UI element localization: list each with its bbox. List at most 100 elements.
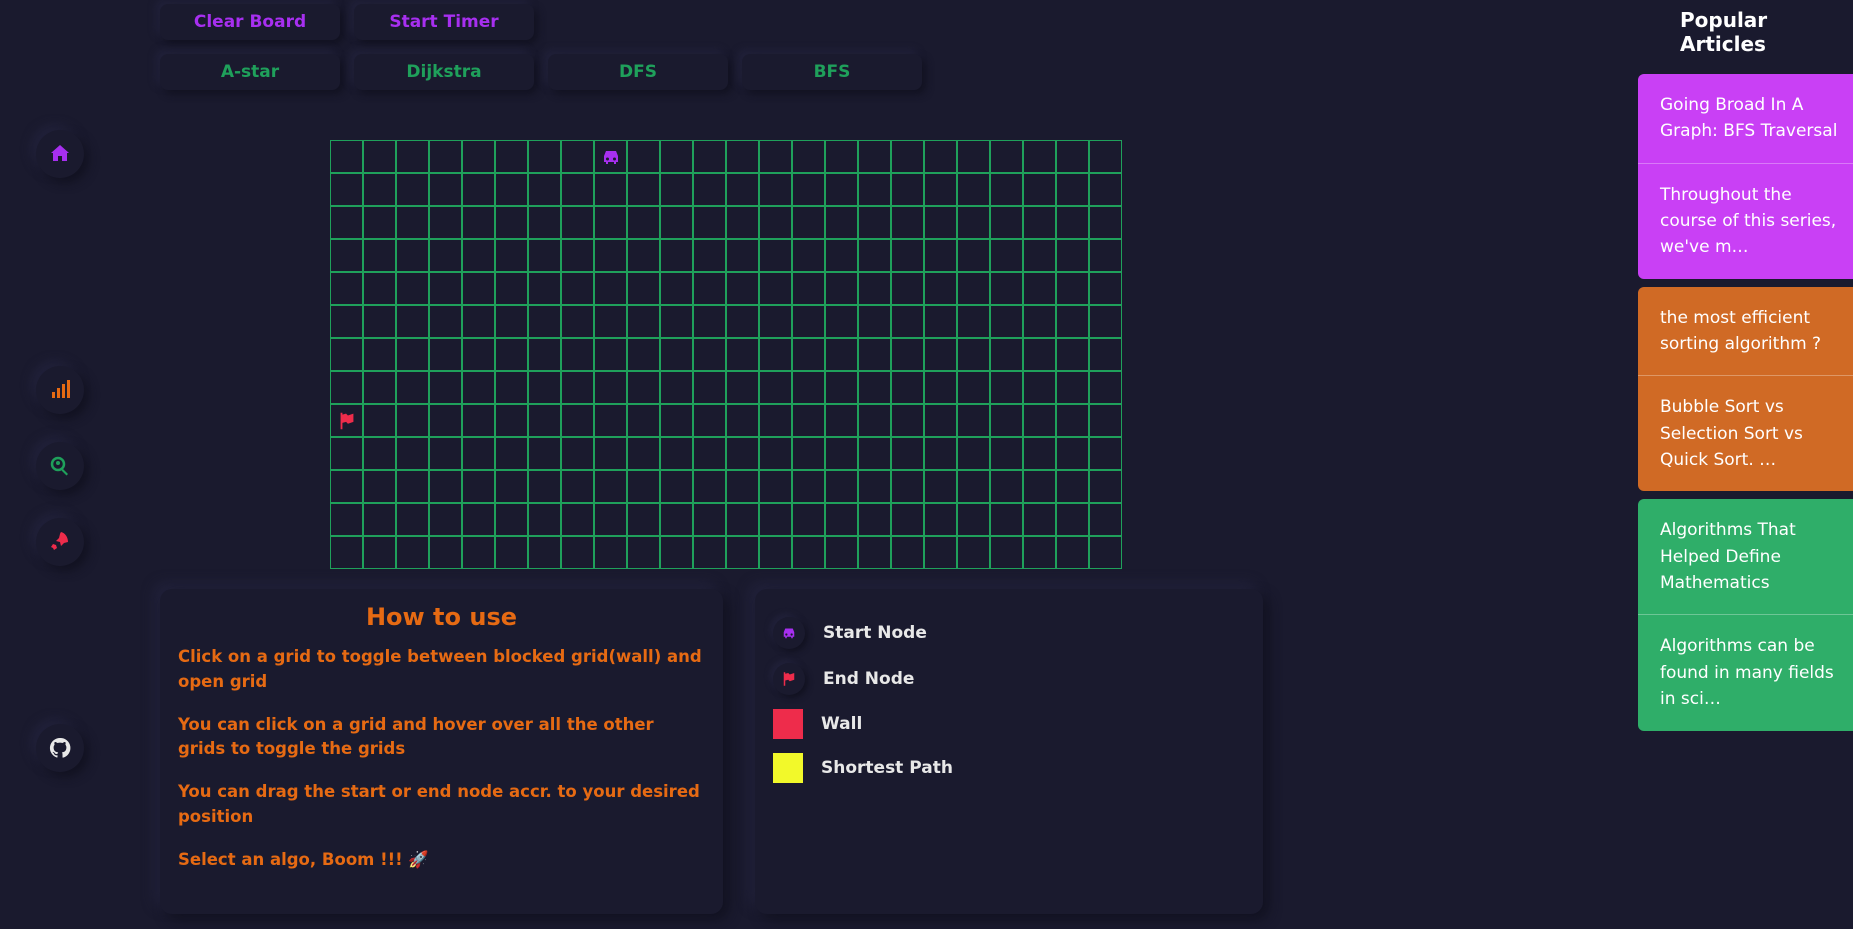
grid-cell[interactable] bbox=[858, 503, 891, 536]
grid-cell[interactable] bbox=[627, 371, 660, 404]
grid-cell[interactable] bbox=[1089, 239, 1122, 272]
grid-cell[interactable] bbox=[792, 239, 825, 272]
grid-cell[interactable] bbox=[990, 536, 1023, 569]
grid-cell[interactable] bbox=[1023, 206, 1056, 239]
grid-cell[interactable] bbox=[396, 503, 429, 536]
grid-cell[interactable] bbox=[528, 338, 561, 371]
grid-cell[interactable] bbox=[429, 239, 462, 272]
grid-cell[interactable] bbox=[825, 470, 858, 503]
grid-cell[interactable] bbox=[495, 272, 528, 305]
grid-cell[interactable] bbox=[726, 536, 759, 569]
grid-cell[interactable] bbox=[495, 305, 528, 338]
grid-cell[interactable] bbox=[363, 437, 396, 470]
grid-cell[interactable] bbox=[495, 437, 528, 470]
grid-cell[interactable] bbox=[396, 239, 429, 272]
grid-cell[interactable] bbox=[693, 470, 726, 503]
grid-cell[interactable] bbox=[1056, 470, 1089, 503]
grid-cell[interactable] bbox=[363, 173, 396, 206]
grid-cell[interactable] bbox=[858, 371, 891, 404]
grid-cell[interactable] bbox=[693, 272, 726, 305]
grid-cell[interactable] bbox=[825, 437, 858, 470]
grid-cell[interactable] bbox=[726, 371, 759, 404]
grid-cell[interactable] bbox=[891, 338, 924, 371]
grid-cell[interactable] bbox=[561, 503, 594, 536]
grid-cell[interactable] bbox=[627, 503, 660, 536]
grid-cell[interactable] bbox=[1089, 305, 1122, 338]
grid-cell[interactable] bbox=[726, 404, 759, 437]
grid-cell[interactable] bbox=[462, 371, 495, 404]
grid-cell[interactable] bbox=[792, 536, 825, 569]
grid-cell[interactable] bbox=[1056, 503, 1089, 536]
grid-cell[interactable] bbox=[759, 437, 792, 470]
grid-cell[interactable] bbox=[594, 371, 627, 404]
grid-cell[interactable] bbox=[528, 173, 561, 206]
grid-cell[interactable] bbox=[495, 503, 528, 536]
grid-cell[interactable] bbox=[726, 437, 759, 470]
grid-cell[interactable] bbox=[825, 503, 858, 536]
grid-cell[interactable] bbox=[660, 536, 693, 569]
grid-cell[interactable] bbox=[429, 470, 462, 503]
grid-cell[interactable] bbox=[726, 239, 759, 272]
dfs-button[interactable]: DFS bbox=[548, 54, 728, 90]
grid-cell[interactable] bbox=[1023, 140, 1056, 173]
grid-cell[interactable] bbox=[627, 272, 660, 305]
grid-cell[interactable] bbox=[759, 305, 792, 338]
grid-cell[interactable] bbox=[858, 206, 891, 239]
grid-cell[interactable] bbox=[825, 305, 858, 338]
grid-cell[interactable] bbox=[396, 140, 429, 173]
grid-cell[interactable] bbox=[462, 272, 495, 305]
grid-cell[interactable] bbox=[1089, 503, 1122, 536]
rocket-button[interactable] bbox=[36, 518, 84, 566]
grid-cell[interactable] bbox=[990, 371, 1023, 404]
grid-cell[interactable] bbox=[858, 239, 891, 272]
grid-cell[interactable] bbox=[1023, 239, 1056, 272]
grid-cell[interactable] bbox=[891, 404, 924, 437]
grid-cell[interactable] bbox=[495, 371, 528, 404]
grid-cell[interactable] bbox=[627, 404, 660, 437]
grid-cell[interactable] bbox=[396, 371, 429, 404]
grid-cell[interactable] bbox=[363, 239, 396, 272]
grid-cell[interactable] bbox=[330, 206, 363, 239]
grid-cell[interactable] bbox=[594, 305, 627, 338]
grid-cell[interactable] bbox=[726, 470, 759, 503]
grid-cell[interactable] bbox=[957, 371, 990, 404]
grid-cell[interactable] bbox=[627, 305, 660, 338]
grid-cell[interactable] bbox=[594, 239, 627, 272]
grid-cell[interactable] bbox=[924, 470, 957, 503]
grid-cell[interactable] bbox=[495, 404, 528, 437]
grid-cell[interactable] bbox=[924, 206, 957, 239]
grid-cell[interactable] bbox=[396, 305, 429, 338]
grid-cell[interactable] bbox=[693, 338, 726, 371]
grid-cell[interactable] bbox=[1023, 338, 1056, 371]
grid-cell[interactable] bbox=[462, 173, 495, 206]
grid-cell[interactable] bbox=[792, 437, 825, 470]
grid-cell[interactable] bbox=[792, 371, 825, 404]
grid-cell[interactable] bbox=[924, 437, 957, 470]
grid-cell[interactable] bbox=[528, 305, 561, 338]
grid-cell[interactable] bbox=[1023, 173, 1056, 206]
grid-cell[interactable] bbox=[693, 536, 726, 569]
grid-cell[interactable] bbox=[1089, 338, 1122, 371]
grid-cell[interactable] bbox=[1056, 305, 1089, 338]
grid-cell[interactable] bbox=[363, 404, 396, 437]
grid-cell[interactable] bbox=[594, 206, 627, 239]
article-card[interactable]: the most efficient sorting algorithm ?Bu… bbox=[1638, 287, 1853, 492]
dijkstra-button[interactable]: Dijkstra bbox=[354, 54, 534, 90]
grid-cell[interactable] bbox=[759, 338, 792, 371]
start-timer-button[interactable]: Start Timer bbox=[354, 4, 534, 40]
grid-cell[interactable] bbox=[693, 239, 726, 272]
grid-cell[interactable] bbox=[1023, 404, 1056, 437]
grid-cell[interactable] bbox=[561, 536, 594, 569]
grid-cell[interactable] bbox=[957, 140, 990, 173]
grid-cell[interactable] bbox=[891, 371, 924, 404]
grid-cell[interactable] bbox=[891, 173, 924, 206]
grid-cell[interactable] bbox=[990, 140, 1023, 173]
grid-cell[interactable] bbox=[462, 206, 495, 239]
grid-cell[interactable] bbox=[693, 173, 726, 206]
grid-cell[interactable] bbox=[990, 503, 1023, 536]
grid-cell[interactable] bbox=[660, 470, 693, 503]
grid-cell[interactable] bbox=[396, 338, 429, 371]
grid-cell[interactable] bbox=[561, 305, 594, 338]
grid-cell[interactable] bbox=[528, 239, 561, 272]
grid-cell[interactable] bbox=[924, 404, 957, 437]
